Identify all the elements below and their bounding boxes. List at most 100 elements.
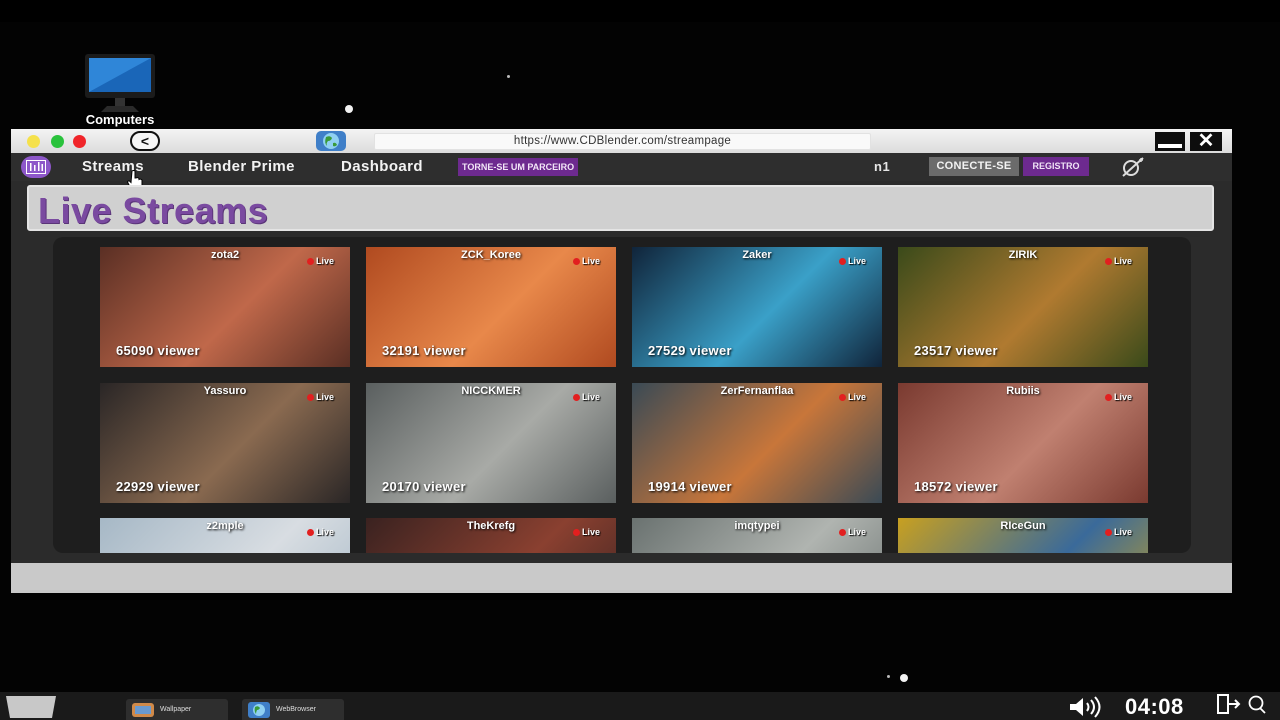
viewer-count: 18572 viewer bbox=[914, 479, 998, 494]
star-decoration bbox=[900, 674, 908, 682]
stream-card[interactable]: z2mple Live bbox=[100, 518, 350, 553]
stream-card[interactable]: TheKrefg Live bbox=[366, 518, 616, 553]
live-badge: Live bbox=[1104, 392, 1132, 402]
live-badge: Live bbox=[572, 392, 600, 402]
taskbar-item-label: WebBrowser bbox=[276, 706, 316, 713]
live-dot-icon bbox=[572, 394, 580, 401]
live-label: Live bbox=[581, 256, 600, 266]
live-label: Live bbox=[847, 527, 866, 537]
url-bar[interactable]: https://www.CDBlender.com/streampage bbox=[374, 133, 871, 150]
star-decoration bbox=[887, 675, 890, 678]
live-badge: Live bbox=[1104, 527, 1132, 537]
exit-icon[interactable] bbox=[1215, 693, 1241, 715]
live-badge: Live bbox=[838, 392, 866, 402]
minimize-icon[interactable] bbox=[1155, 132, 1185, 151]
live-badge: Live bbox=[1104, 256, 1132, 266]
search-icon[interactable] bbox=[1247, 694, 1267, 714]
live-dot-icon bbox=[306, 529, 314, 536]
window-green-button[interactable] bbox=[51, 135, 64, 148]
stream-card[interactable]: ZIRIK Live 23517 viewer bbox=[898, 247, 1148, 367]
stream-card[interactable]: Yassuro Live 22929 viewer bbox=[100, 383, 350, 503]
close-icon[interactable]: ✕ bbox=[1190, 131, 1222, 151]
live-badge: Live bbox=[838, 256, 866, 266]
stream-card[interactable]: Rubiis Live 18572 viewer bbox=[898, 383, 1148, 503]
equalizer-logo-icon bbox=[26, 160, 46, 174]
window-red-button[interactable] bbox=[73, 135, 86, 148]
live-label: Live bbox=[581, 392, 600, 402]
stream-card[interactable]: NICCKMER Live 20170 viewer bbox=[366, 383, 616, 503]
live-dot-icon bbox=[838, 258, 846, 265]
nav-dashboard[interactable]: Dashboard bbox=[341, 158, 423, 175]
live-badge: Live bbox=[306, 527, 334, 537]
desktop: Computers < https://www.CDBlender.com/st… bbox=[0, 0, 1280, 720]
taskbar: Wallpaper WebBrowser 04:08 bbox=[0, 692, 1280, 720]
live-dot-icon bbox=[1104, 394, 1112, 401]
viewer-count: 65090 viewer bbox=[116, 343, 200, 358]
page-header: Live Streams bbox=[27, 185, 1214, 231]
start-button[interactable] bbox=[6, 696, 56, 718]
viewer-count: 19914 viewer bbox=[648, 479, 732, 494]
username[interactable]: n1 bbox=[874, 159, 890, 174]
viewer-count: 22929 viewer bbox=[116, 479, 200, 494]
globe-icon[interactable] bbox=[316, 131, 346, 151]
partner-badge[interactable]: TORNE-SE UM PARCEIRO bbox=[458, 158, 579, 176]
site-logo[interactable] bbox=[21, 156, 51, 178]
stream-card[interactable]: ZerFernanflaa Live 19914 viewer bbox=[632, 383, 882, 503]
streams-grid: zota2 Live 65090 viewer ZCK_Koree Live 32191 … bbox=[53, 237, 1191, 553]
live-label: Live bbox=[315, 392, 334, 402]
live-badge: Live bbox=[306, 256, 334, 266]
desktop-icon-computers[interactable]: Computers bbox=[70, 50, 170, 130]
title-bar: < https://www.CDBlender.com/streampage ✕ bbox=[11, 129, 1232, 153]
live-dot-icon bbox=[838, 529, 846, 536]
live-label: Live bbox=[315, 256, 334, 266]
top-band bbox=[0, 0, 1280, 22]
stream-card[interactable]: ZCK_Koree Live 32191 viewer bbox=[366, 247, 616, 367]
live-label: Live bbox=[315, 527, 334, 537]
desktop-icon-label: Computers bbox=[85, 112, 155, 127]
taskbar-clock: 04:08 bbox=[1125, 694, 1184, 719]
live-dot-icon bbox=[1104, 258, 1112, 265]
live-dot-icon bbox=[572, 529, 580, 536]
viewer-count: 32191 viewer bbox=[382, 343, 466, 358]
star-decoration bbox=[507, 75, 510, 78]
stream-card[interactable]: zota2 Live 65090 viewer bbox=[100, 247, 350, 367]
live-dot-icon bbox=[1104, 529, 1112, 536]
back-button[interactable]: < bbox=[130, 131, 160, 151]
taskbar-item-webbrowser[interactable]: WebBrowser bbox=[242, 699, 344, 720]
back-icon: < bbox=[140, 133, 150, 149]
globe-icon bbox=[248, 701, 270, 718]
live-badge: Live bbox=[572, 527, 600, 537]
live-badge: Live bbox=[306, 392, 334, 402]
live-dot-icon bbox=[306, 394, 314, 401]
live-label: Live bbox=[581, 527, 600, 537]
viewer-count: 20170 viewer bbox=[382, 479, 466, 494]
stream-card[interactable]: imqtypei Live bbox=[632, 518, 882, 553]
live-badge: Live bbox=[838, 527, 866, 537]
connect-button[interactable]: CONECTE-SE bbox=[929, 157, 1019, 176]
browser-window: < https://www.CDBlender.com/streampage ✕ bbox=[11, 129, 1232, 593]
live-dot-icon bbox=[838, 394, 846, 401]
live-label: Live bbox=[1113, 256, 1132, 266]
live-label: Live bbox=[1113, 527, 1132, 537]
viewer-count: 27529 viewer bbox=[648, 343, 732, 358]
live-dot-icon bbox=[572, 258, 580, 265]
stream-card[interactable]: RIceGun Live bbox=[898, 518, 1148, 553]
volume-icon[interactable] bbox=[1068, 696, 1102, 718]
window-yellow-button[interactable] bbox=[27, 135, 40, 148]
viewer-count: 23517 viewer bbox=[914, 343, 998, 358]
bottom-strip bbox=[11, 563, 1232, 593]
page-title: Live Streams bbox=[38, 190, 269, 231]
live-dot-icon bbox=[306, 258, 314, 265]
computer-icon bbox=[85, 54, 155, 112]
nav-blender-prime[interactable]: Blender Prime bbox=[188, 158, 295, 175]
stream-card[interactable]: Zaker Live 27529 viewer bbox=[632, 247, 882, 367]
taskbar-item-label: Wallpaper bbox=[160, 706, 192, 713]
site-navbar: Streams Blender Prime Dashboard TORNE-SE… bbox=[11, 153, 1232, 190]
wallpaper-icon bbox=[132, 702, 154, 717]
theme-toggle-icon[interactable] bbox=[1119, 156, 1147, 178]
live-label: Live bbox=[847, 256, 866, 266]
live-label: Live bbox=[847, 392, 866, 402]
taskbar-item-wallpaper[interactable]: Wallpaper bbox=[126, 699, 228, 720]
register-button[interactable]: REGISTRO bbox=[1023, 157, 1089, 176]
live-label: Live bbox=[1113, 392, 1132, 402]
